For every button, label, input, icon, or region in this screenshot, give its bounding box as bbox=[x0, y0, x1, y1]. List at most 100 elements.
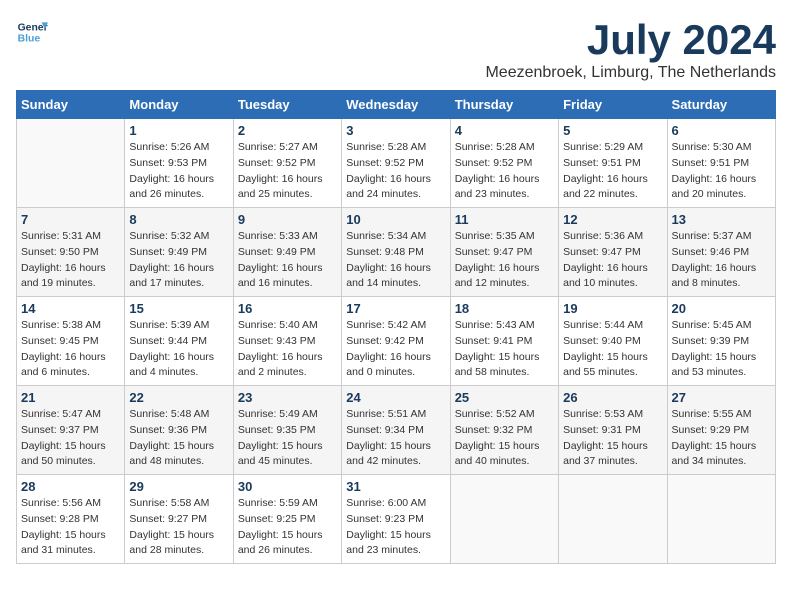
calendar-week-row: 28 Sunrise: 5:56 AM Sunset: 9:28 PM Dayli… bbox=[17, 475, 776, 564]
day-info: Sunrise: 5:59 AM Sunset: 9:25 PM Dayligh… bbox=[238, 496, 337, 559]
weekday-header: Sunday bbox=[17, 91, 125, 119]
calendar-body: 1 Sunrise: 5:26 AM Sunset: 9:53 PM Daylig… bbox=[17, 119, 776, 564]
calendar-cell: 4 Sunrise: 5:28 AM Sunset: 9:52 PM Daylig… bbox=[450, 119, 558, 208]
calendar-cell: 13Sunrise: 5:37 AM Sunset: 9:46 PM Dayli… bbox=[667, 208, 775, 297]
day-info: Sunrise: 5:48 AM Sunset: 9:36 PM Dayligh… bbox=[129, 407, 228, 470]
calendar-cell: 23 Sunrise: 5:49 AM Sunset: 9:35 PM Dayli… bbox=[233, 386, 341, 475]
day-number: 10 bbox=[346, 212, 445, 227]
day-info: Sunrise: 5:36 AM Sunset: 9:47 PM Dayligh… bbox=[563, 229, 662, 292]
day-info: Sunrise: 5:33 AM Sunset: 9:49 PM Dayligh… bbox=[238, 229, 337, 292]
day-info: Sunrise: 5:39 AM Sunset: 9:44 PM Dayligh… bbox=[129, 318, 228, 381]
day-info: Sunrise: 5:27 AM Sunset: 9:52 PM Dayligh… bbox=[238, 140, 337, 203]
day-info: Sunrise: 5:29 AM Sunset: 9:51 PM Dayligh… bbox=[563, 140, 662, 203]
day-number: 27 bbox=[672, 390, 771, 405]
calendar-cell: 3Sunrise: 5:28 AM Sunset: 9:52 PM Daylig… bbox=[342, 119, 450, 208]
day-number: 26 bbox=[563, 390, 662, 405]
calendar-cell: 1 Sunrise: 5:26 AM Sunset: 9:53 PM Daylig… bbox=[125, 119, 233, 208]
day-number: 16 bbox=[238, 301, 337, 316]
day-info: Sunrise: 5:49 AM Sunset: 9:35 PM Dayligh… bbox=[238, 407, 337, 470]
calendar-cell: 22Sunrise: 5:48 AM Sunset: 9:36 PM Dayli… bbox=[125, 386, 233, 475]
calendar-header: SundayMondayTuesdayWednesdayThursdayFrid… bbox=[17, 91, 776, 119]
page-header: General Blue July 2024 Meezenbroek, Limb… bbox=[16, 16, 776, 82]
calendar-week-row: 1 Sunrise: 5:26 AM Sunset: 9:53 PM Daylig… bbox=[17, 119, 776, 208]
day-info: Sunrise: 5:56 AM Sunset: 9:28 PM Dayligh… bbox=[21, 496, 120, 559]
location-title: Meezenbroek, Limburg, The Netherlands bbox=[485, 64, 776, 82]
calendar-cell: 29Sunrise: 5:58 AM Sunset: 9:27 PM Dayli… bbox=[125, 475, 233, 564]
day-info: Sunrise: 5:26 AM Sunset: 9:53 PM Dayligh… bbox=[129, 140, 228, 203]
calendar-cell: 19 Sunrise: 5:44 AM Sunset: 9:40 PM Dayli… bbox=[559, 297, 667, 386]
weekday-header: Thursday bbox=[450, 91, 558, 119]
calendar-cell: 10 Sunrise: 5:34 AM Sunset: 9:48 PM Dayli… bbox=[342, 208, 450, 297]
calendar-cell: 20 Sunrise: 5:45 AM Sunset: 9:39 PM Dayli… bbox=[667, 297, 775, 386]
weekday-header: Friday bbox=[559, 91, 667, 119]
day-info: Sunrise: 5:30 AM Sunset: 9:51 PM Dayligh… bbox=[672, 140, 771, 203]
svg-text:Blue: Blue bbox=[18, 34, 41, 45]
calendar-cell: 2Sunrise: 5:27 AM Sunset: 9:52 PM Daylig… bbox=[233, 119, 341, 208]
day-info: Sunrise: 5:43 AM Sunset: 9:41 PM Dayligh… bbox=[455, 318, 554, 381]
month-title: July 2024 bbox=[485, 16, 776, 64]
day-number: 5 bbox=[563, 123, 662, 138]
calendar-cell: 18 Sunrise: 5:43 AM Sunset: 9:41 PM Dayli… bbox=[450, 297, 558, 386]
day-number: 29 bbox=[129, 479, 228, 494]
day-info: Sunrise: 5:52 AM Sunset: 9:32 PM Dayligh… bbox=[455, 407, 554, 470]
logo: General Blue bbox=[16, 16, 48, 48]
calendar-cell bbox=[17, 119, 125, 208]
calendar-cell: 7 Sunrise: 5:31 AM Sunset: 9:50 PM Daylig… bbox=[17, 208, 125, 297]
calendar-cell: 12 Sunrise: 5:36 AM Sunset: 9:47 PM Dayli… bbox=[559, 208, 667, 297]
calendar-table: SundayMondayTuesdayWednesdayThursdayFrid… bbox=[16, 90, 776, 564]
calendar-cell: 6 Sunrise: 5:30 AM Sunset: 9:51 PM Daylig… bbox=[667, 119, 775, 208]
day-number: 20 bbox=[672, 301, 771, 316]
day-number: 6 bbox=[672, 123, 771, 138]
calendar-cell: 30 Sunrise: 5:59 AM Sunset: 9:25 PM Dayli… bbox=[233, 475, 341, 564]
calendar-week-row: 7 Sunrise: 5:31 AM Sunset: 9:50 PM Daylig… bbox=[17, 208, 776, 297]
title-section: July 2024 Meezenbroek, Limburg, The Neth… bbox=[485, 16, 776, 82]
day-info: Sunrise: 5:44 AM Sunset: 9:40 PM Dayligh… bbox=[563, 318, 662, 381]
calendar-cell: 24Sunrise: 5:51 AM Sunset: 9:34 PM Dayli… bbox=[342, 386, 450, 475]
day-info: Sunrise: 5:32 AM Sunset: 9:49 PM Dayligh… bbox=[129, 229, 228, 292]
day-info: Sunrise: 5:51 AM Sunset: 9:34 PM Dayligh… bbox=[346, 407, 445, 470]
day-number: 4 bbox=[455, 123, 554, 138]
weekday-header: Tuesday bbox=[233, 91, 341, 119]
day-number: 18 bbox=[455, 301, 554, 316]
day-number: 8 bbox=[129, 212, 228, 227]
calendar-cell bbox=[559, 475, 667, 564]
calendar-cell: 9Sunrise: 5:33 AM Sunset: 9:49 PM Daylig… bbox=[233, 208, 341, 297]
day-number: 19 bbox=[563, 301, 662, 316]
calendar-cell: 15Sunrise: 5:39 AM Sunset: 9:44 PM Dayli… bbox=[125, 297, 233, 386]
day-info: Sunrise: 5:47 AM Sunset: 9:37 PM Dayligh… bbox=[21, 407, 120, 470]
day-info: Sunrise: 6:00 AM Sunset: 9:23 PM Dayligh… bbox=[346, 496, 445, 559]
calendar-cell: 16Sunrise: 5:40 AM Sunset: 9:43 PM Dayli… bbox=[233, 297, 341, 386]
calendar-cell: 28 Sunrise: 5:56 AM Sunset: 9:28 PM Dayli… bbox=[17, 475, 125, 564]
day-number: 23 bbox=[238, 390, 337, 405]
day-number: 28 bbox=[21, 479, 120, 494]
day-info: Sunrise: 5:28 AM Sunset: 9:52 PM Dayligh… bbox=[455, 140, 554, 203]
day-number: 7 bbox=[21, 212, 120, 227]
day-info: Sunrise: 5:45 AM Sunset: 9:39 PM Dayligh… bbox=[672, 318, 771, 381]
calendar-cell: 26 Sunrise: 5:53 AM Sunset: 9:31 PM Dayli… bbox=[559, 386, 667, 475]
calendar-week-row: 21 Sunrise: 5:47 AM Sunset: 9:37 PM Dayli… bbox=[17, 386, 776, 475]
day-number: 1 bbox=[129, 123, 228, 138]
day-number: 3 bbox=[346, 123, 445, 138]
calendar-week-row: 14Sunrise: 5:38 AM Sunset: 9:45 PM Dayli… bbox=[17, 297, 776, 386]
header-row: SundayMondayTuesdayWednesdayThursdayFrid… bbox=[17, 91, 776, 119]
day-info: Sunrise: 5:37 AM Sunset: 9:46 PM Dayligh… bbox=[672, 229, 771, 292]
day-info: Sunrise: 5:53 AM Sunset: 9:31 PM Dayligh… bbox=[563, 407, 662, 470]
day-info: Sunrise: 5:34 AM Sunset: 9:48 PM Dayligh… bbox=[346, 229, 445, 292]
calendar-cell: 27 Sunrise: 5:55 AM Sunset: 9:29 PM Dayli… bbox=[667, 386, 775, 475]
day-number: 30 bbox=[238, 479, 337, 494]
day-number: 21 bbox=[21, 390, 120, 405]
day-number: 11 bbox=[455, 212, 554, 227]
calendar-cell: 14Sunrise: 5:38 AM Sunset: 9:45 PM Dayli… bbox=[17, 297, 125, 386]
day-info: Sunrise: 5:42 AM Sunset: 9:42 PM Dayligh… bbox=[346, 318, 445, 381]
day-info: Sunrise: 5:31 AM Sunset: 9:50 PM Dayligh… bbox=[21, 229, 120, 292]
day-info: Sunrise: 5:35 AM Sunset: 9:47 PM Dayligh… bbox=[455, 229, 554, 292]
day-number: 31 bbox=[346, 479, 445, 494]
day-number: 17 bbox=[346, 301, 445, 316]
day-number: 12 bbox=[563, 212, 662, 227]
day-info: Sunrise: 5:55 AM Sunset: 9:29 PM Dayligh… bbox=[672, 407, 771, 470]
weekday-header: Wednesday bbox=[342, 91, 450, 119]
day-number: 25 bbox=[455, 390, 554, 405]
calendar-cell: 8 Sunrise: 5:32 AM Sunset: 9:49 PM Daylig… bbox=[125, 208, 233, 297]
calendar-cell: 31 Sunrise: 6:00 AM Sunset: 9:23 PM Dayli… bbox=[342, 475, 450, 564]
calendar-cell bbox=[667, 475, 775, 564]
